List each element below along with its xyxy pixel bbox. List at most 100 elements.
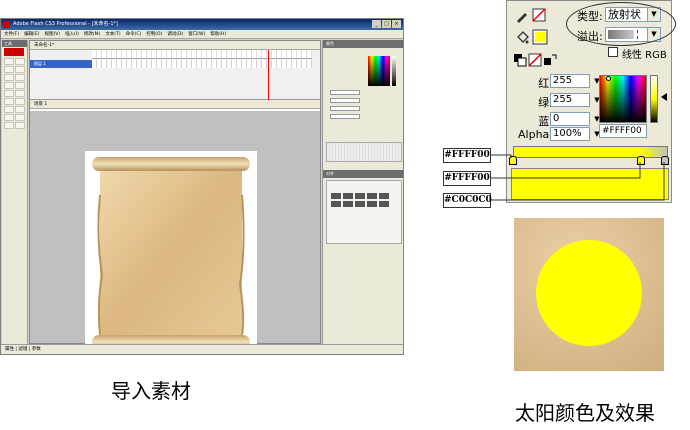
match-width-icon[interactable] [367,201,377,207]
paint-bucket-tool-icon[interactable] [15,98,25,105]
spectrum-marker[interactable] [606,76,611,81]
stroke-color-swatch[interactable] [532,8,546,22]
align-center-icon[interactable] [343,193,353,199]
red-label: 红: [538,77,553,90]
gradient-stop-1[interactable] [509,156,517,165]
menu-file[interactable]: 文件(F) [4,30,19,38]
eyedropper-tool-icon[interactable] [4,106,14,113]
align-panel [326,180,402,244]
mini-blue-field[interactable] [330,106,360,111]
alpha-input[interactable]: 100% [550,127,590,141]
fill-color-swatch[interactable] [532,29,548,45]
lasso-tool-icon[interactable] [15,66,25,73]
highlight-ellipse [566,2,676,46]
window-controls: _ □ × [372,20,401,28]
caption-sun-color-effect: 太阳颜色及效果 [515,401,655,425]
subselection-tool-icon[interactable] [15,58,25,65]
menu-help[interactable]: 帮助(H) [210,30,226,38]
tools-panel-header: 工具 [2,40,27,47]
free-transform-tool-icon[interactable] [4,66,14,73]
maximize-icon[interactable]: □ [382,20,391,28]
menu-edit[interactable]: 编辑(E) [24,30,39,38]
align-right-icon[interactable] [355,193,365,199]
no-color-icon[interactable] [528,53,542,67]
distribute-center-icon[interactable] [343,201,353,207]
flash-menu-bar: 文件(F) 编辑(E) 视图(V) 插入(I) 修改(M) 文本(T) 命令(C… [1,30,403,39]
hand-tool-icon[interactable] [4,114,14,121]
linear-rgb-label: 线性 RGB [622,50,667,61]
blue-input[interactable]: 0 [550,112,590,126]
align-top-icon[interactable] [367,193,377,199]
pencil-tool-icon[interactable] [4,90,14,97]
mini-alpha-field[interactable] [330,114,360,119]
menu-window[interactable]: 窗口(W) [188,30,205,38]
menu-modify[interactable]: 修改(M) [84,30,100,38]
align-left-icon[interactable] [331,193,341,199]
scene-bar: 场景 1 [30,100,320,109]
stroke-pencil-icon[interactable] [515,9,529,23]
parchment-scroll-image[interactable] [88,155,254,351]
black-white-icon[interactable] [513,53,527,67]
sun-effect-preview [514,218,664,371]
line-tool-icon[interactable] [4,82,14,89]
mini-red-field[interactable] [330,90,360,95]
stage-area [30,111,320,354]
layer-row[interactable]: 图层 1 [30,60,92,68]
hex-color-input[interactable]: #FFFF00 [599,124,647,138]
swatch-palette[interactable] [326,142,402,162]
menu-commands[interactable]: 命令(C) [126,30,142,38]
gradient-stop-2[interactable] [637,156,645,165]
mini-color-mixer [326,50,402,140]
frame-row[interactable] [92,60,312,68]
match-height-icon[interactable] [379,201,389,207]
swap-colors-icon[interactable] [543,53,557,67]
sun-radial-gradient [536,240,642,346]
text-tool-icon[interactable] [15,74,25,81]
menu-insert[interactable]: 插入(I) [65,30,79,38]
menu-text[interactable]: 文本(T) [105,30,120,38]
playhead[interactable] [268,50,269,100]
selection-tool-icon[interactable] [4,58,14,65]
mini-spectrum[interactable] [368,56,390,86]
align-panel-header[interactable]: 对齐 [323,170,403,178]
ink-bottle-tool-icon[interactable] [4,98,14,105]
callout-stop-3: #C0C0C0 [443,193,492,208]
fill-bucket-icon[interactable] [515,31,529,45]
mini-brightness-bar[interactable] [392,56,396,86]
gradient-preview [511,168,669,200]
menu-debug[interactable]: 调试(D) [167,30,183,38]
distribute-left-icon[interactable] [331,201,341,207]
brush-tool-icon[interactable] [15,90,25,97]
green-input[interactable]: 255 [550,93,590,107]
align-middle-icon[interactable] [379,193,389,199]
blue-label: 蓝: [538,115,553,128]
menu-control[interactable]: 控制(O) [146,30,162,38]
document-tab[interactable]: 未命名-1* [30,41,320,50]
red-input[interactable]: 255 [550,74,590,88]
scene-name[interactable]: 场景 1 [34,102,47,107]
gradient-stop-3[interactable] [661,156,669,165]
eraser-tool-icon[interactable] [15,106,25,113]
pen-tool-icon[interactable] [4,74,14,81]
flash-screenshot: Adobe Flash CS3 Professional - [未命名-1*] … [0,18,404,355]
minimize-icon[interactable]: _ [372,20,381,28]
timeline-ruler[interactable] [92,50,312,59]
flash-window-title: Adobe Flash CS3 Professional - [未命名-1*] [13,21,118,27]
timeline: 图层 1 [30,50,320,100]
gradient-definition-bar[interactable] [513,146,668,158]
fill-color-icon[interactable] [15,122,25,129]
properties-tabs[interactable]: 属性 | 滤镜 | 参数 [5,347,41,352]
stroke-color-icon[interactable] [4,122,14,129]
brightness-slider-arrow-icon[interactable] [661,93,667,101]
color-panel-header[interactable]: 颜色 [323,40,403,48]
rectangle-tool-icon[interactable] [15,82,25,89]
color-spectrum[interactable] [599,75,647,123]
brightness-bar[interactable] [650,75,658,123]
mini-green-field[interactable] [330,98,360,103]
distribute-right-icon[interactable] [355,201,365,207]
menu-view[interactable]: 视图(V) [44,30,60,38]
close-icon[interactable]: × [392,20,401,28]
linear-rgb-checkbox[interactable] [608,47,618,57]
flash-logo [4,48,24,56]
zoom-tool-icon[interactable] [15,114,25,121]
